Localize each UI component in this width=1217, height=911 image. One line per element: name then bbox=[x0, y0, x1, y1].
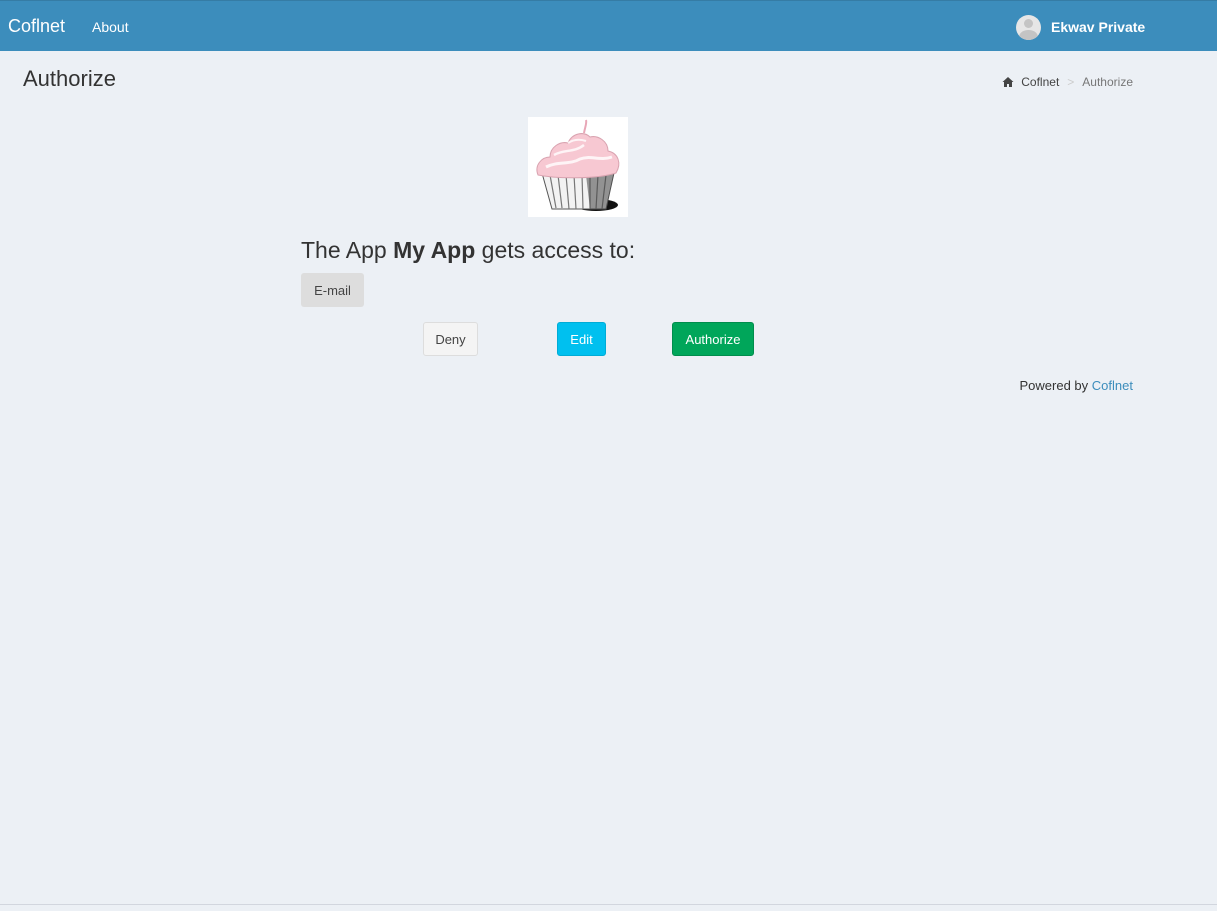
app-logo-cupcake-image bbox=[528, 117, 628, 217]
powered-by-label: Powered by bbox=[1019, 378, 1089, 393]
brand-logo[interactable]: Coflnet bbox=[8, 15, 65, 37]
breadcrumb-home-label: Coflnet bbox=[1021, 75, 1060, 89]
powered-by-link[interactable]: Coflnet bbox=[1092, 378, 1133, 393]
user-name: Ekwav Private bbox=[1051, 19, 1146, 35]
deny-button[interactable]: Deny bbox=[423, 322, 478, 356]
top-navbar: Coflnet About Ekwav Private bbox=[0, 0, 1217, 51]
breadcrumb: Coflnet > Authorize bbox=[1002, 74, 1133, 90]
breadcrumb-separator: > bbox=[1067, 75, 1075, 89]
user-menu[interactable]: Ekwav Private bbox=[1016, 14, 1145, 40]
breadcrumb-current: Authorize bbox=[1082, 75, 1133, 89]
page-title: Authorize bbox=[23, 66, 116, 91]
user-avatar-icon bbox=[1016, 14, 1041, 40]
scope-badge-email: E-mail bbox=[301, 273, 364, 307]
breadcrumb-home[interactable]: Coflnet bbox=[1002, 74, 1059, 90]
nav-link-about[interactable]: About bbox=[92, 18, 129, 36]
page-bottom-border bbox=[0, 904, 1217, 905]
access-suffix: gets access to: bbox=[481, 237, 636, 263]
home-icon bbox=[1002, 77, 1014, 87]
edit-button[interactable]: Edit bbox=[557, 322, 606, 356]
access-prefix: The App bbox=[301, 237, 387, 263]
access-description: The App My App gets access to: bbox=[301, 236, 635, 264]
app-name: My App bbox=[393, 237, 476, 263]
powered-by: Powered by Coflnet bbox=[1020, 378, 1133, 394]
authorize-button[interactable]: Authorize bbox=[672, 322, 754, 356]
